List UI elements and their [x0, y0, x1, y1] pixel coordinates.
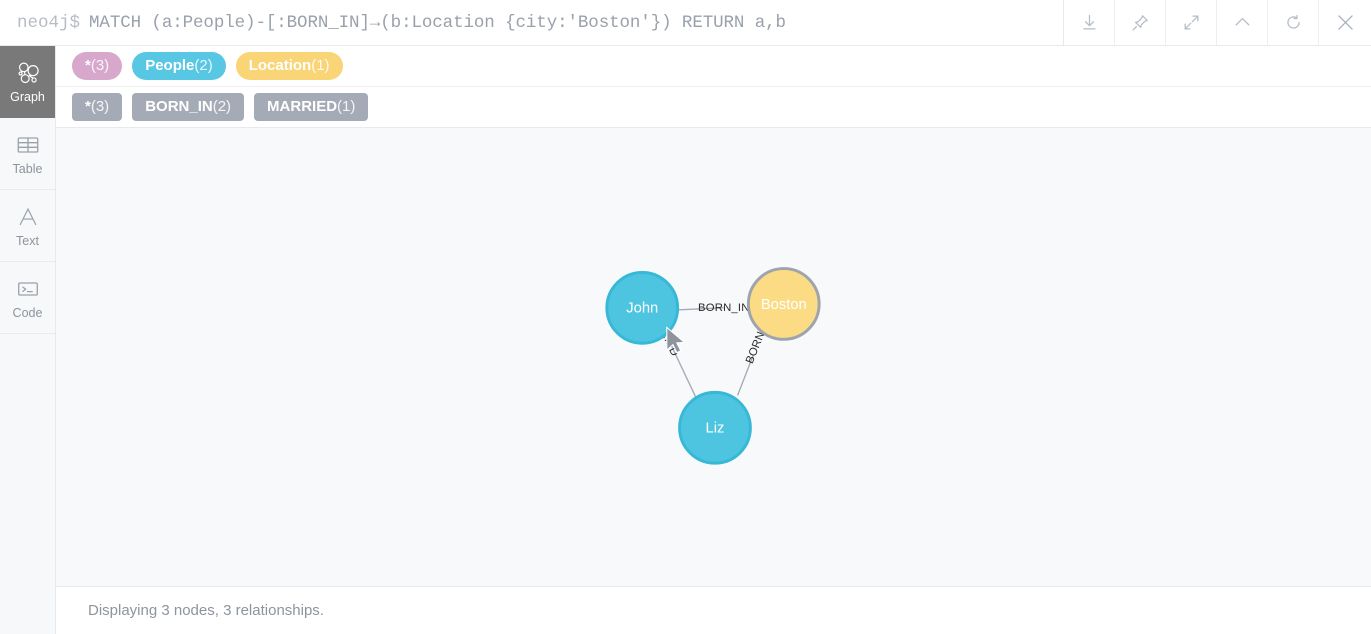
sidebar-item-label: Table — [12, 161, 43, 176]
graph-node-boston[interactable]: Boston — [746, 267, 821, 341]
fullscreen-button[interactable] — [1166, 0, 1217, 45]
query-text: MATCH (a:People)-[:BORN_IN]→(b:Location … — [89, 12, 786, 33]
sidebar-item-label: Code — [12, 305, 43, 320]
legend-pill-name: BORN_IN — [145, 98, 213, 115]
graph-node-liz[interactable]: Liz — [678, 390, 752, 465]
sidebar-item-label: Text — [16, 233, 39, 248]
close-icon — [1335, 12, 1356, 33]
sidebar-item-graph[interactable]: Graph — [0, 46, 55, 118]
frame-body: Graph Table Text Code * (3) People (2) L… — [0, 46, 1371, 634]
sidebar-item-table[interactable]: Table — [0, 118, 55, 190]
legend-pill-count: (3) — [90, 98, 110, 115]
legend-pill-count: (1) — [337, 98, 356, 115]
legend-pill-all-nodes[interactable]: * (3) — [72, 52, 123, 80]
legend-pill-count: (2) — [194, 57, 213, 74]
graph-view: * (3) People (2) Location (1) * (3) BORN_IN(… — [56, 46, 1371, 634]
status-text: Displaying 3 nodes, 3 relationships. — [88, 602, 324, 619]
download-button[interactable] — [1064, 0, 1115, 45]
neo4j-result-frame: neo4j$ MATCH (a:People)-[:BORN_IN]→(b:Lo… — [0, 0, 1371, 634]
sidebar-item-text[interactable]: Text — [0, 190, 55, 262]
legend-pill-count: (1) — [311, 57, 330, 74]
expand-icon — [1182, 13, 1201, 32]
legend-pill-name: People — [145, 57, 195, 74]
code-icon — [15, 276, 41, 302]
download-icon — [1080, 13, 1099, 32]
sidebar-item-code[interactable]: Code — [0, 262, 55, 334]
legend-pill-name: MARRIED — [267, 98, 338, 115]
legend-pill-people[interactable]: People (2) — [132, 52, 226, 80]
sidebar-item-label: Graph — [10, 89, 45, 104]
graph-node-john[interactable]: John — [605, 271, 680, 345]
view-sidebar: Graph Table Text Code — [0, 46, 56, 634]
legend-pill-location[interactable]: Location (1) — [235, 52, 343, 80]
rerun-button[interactable] — [1268, 0, 1319, 45]
legend-pill-all-rels[interactable]: * (3) — [72, 93, 123, 121]
graph-canvas[interactable]: BORN_IN MARRIED BORN_IN — [56, 128, 1371, 587]
text-icon — [15, 204, 41, 230]
legend-pill-born-in[interactable]: BORN_IN (2) — [132, 93, 245, 121]
graph-legend: * (3) People (2) Location (1) * (3) BORN_IN(… — [56, 46, 1371, 128]
legend-pill-name: Location — [248, 57, 312, 74]
legend-pill-married[interactable]: MARRIED (1) — [254, 93, 369, 121]
status-bar: Displaying 3 nodes, 3 relationships. — [56, 587, 1371, 634]
query-prompt: neo4j$ — [17, 12, 81, 33]
collapse-button[interactable] — [1217, 0, 1268, 45]
chevron-up-icon — [1233, 13, 1252, 32]
table-icon — [15, 132, 41, 158]
frame-toolbar — [1064, 0, 1371, 45]
graph-svg[interactable]: BORN_IN MARRIED BORN_IN — [56, 128, 1371, 586]
refresh-icon — [1284, 13, 1303, 32]
legend-relationship-types: * (3) BORN_IN (2) MARRIED (1) — [56, 87, 1371, 128]
pin-icon — [1131, 13, 1150, 32]
close-button[interactable] — [1319, 0, 1371, 45]
pin-button[interactable] — [1115, 0, 1166, 45]
query-display[interactable]: neo4j$ MATCH (a:People)-[:BORN_IN]→(b:Lo… — [0, 0, 1064, 45]
relationship-label: BORN_IN — [698, 302, 750, 314]
legend-node-labels: * (3) People (2) Location (1) — [56, 46, 1371, 87]
frame-header: neo4j$ MATCH (a:People)-[:BORN_IN]→(b:Lo… — [0, 0, 1371, 46]
legend-pill-count: (3) — [90, 57, 110, 74]
legend-pill-count: (2) — [212, 98, 232, 115]
graph-icon — [15, 60, 41, 86]
